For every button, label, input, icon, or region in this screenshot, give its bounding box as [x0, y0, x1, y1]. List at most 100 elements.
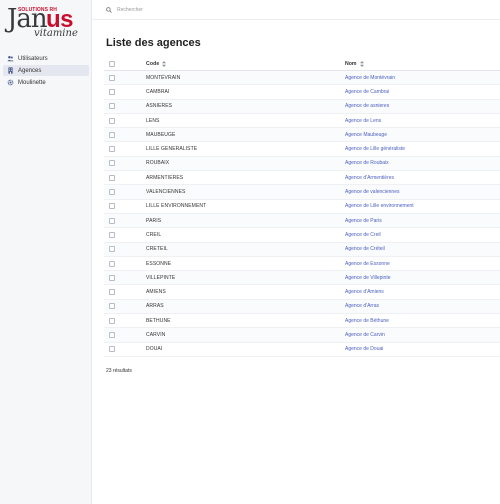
cell-code: MONTÉVRAIN — [146, 74, 181, 81]
logo-vitamine-text: vitamine — [34, 28, 78, 39]
row-checkbox[interactable] — [109, 246, 115, 253]
table-row[interactable]: ARRAS Agence d'Arras — [104, 299, 500, 315]
cell-code: ARRAS — [146, 303, 164, 310]
cell-nom-link[interactable]: Agence de Creil — [345, 232, 500, 238]
agencies-table: Code Nom MONTÉVRAIN Agence de Montévrain C… — [104, 58, 500, 357]
table-row[interactable]: PARIS Agence de Paris — [104, 213, 500, 229]
row-checkbox[interactable] — [109, 131, 115, 138]
cell-code: ARMENTIERES — [146, 174, 184, 181]
sidebar-item-label: Agences — [18, 67, 42, 74]
row-checkbox[interactable] — [109, 274, 115, 281]
cell-nom-link[interactable]: Agence d'Arras — [345, 303, 500, 309]
cell-nom-link[interactable]: Agence d'Armentières — [345, 175, 500, 181]
table-row[interactable]: VILLEPINTE Agence de Villepinte — [104, 271, 500, 286]
cell-code: LILLE ENVIRONNEMENT — [146, 203, 207, 210]
sidebar: Jan SOLUTIONS RH us vitamine Utilisateur… — [0, 0, 92, 504]
row-checkbox[interactable] — [109, 231, 115, 238]
table-row[interactable]: DOUAI Agence de Douai — [104, 343, 500, 357]
sidebar-item-label: Moulinette — [18, 79, 46, 86]
cell-code: CRETEIL — [146, 246, 168, 253]
table-row[interactable]: BETHUNE Agence de Béthune — [104, 314, 500, 329]
gear-icon — [7, 79, 14, 86]
table-row[interactable]: MAUBEUGE Agence Maubeuge — [104, 128, 500, 143]
row-checkbox[interactable] — [109, 260, 115, 267]
sort-icon — [162, 61, 167, 67]
cell-code: AMIENS — [146, 289, 166, 296]
table-row[interactable]: ARMENTIERES Agence d'Armentières — [104, 171, 500, 186]
table-row[interactable]: ASNIERES Agence de asnieres — [104, 99, 500, 114]
row-checkbox[interactable] — [109, 160, 115, 167]
row-checkbox[interactable] — [109, 289, 115, 296]
sidebar-item-agences[interactable]: Agences — [3, 65, 89, 76]
cell-nom-link[interactable]: Agence de Cambrai — [345, 89, 500, 95]
cell-nom-link[interactable]: Agence de Paris — [345, 218, 500, 224]
top-bar — [92, 0, 500, 20]
cell-code: LILLE GENERALISTE — [146, 146, 198, 153]
row-checkbox[interactable] — [109, 346, 115, 353]
cell-code: ESSONNE — [146, 260, 172, 267]
table-row[interactable]: CREIL Agence de Creil — [104, 228, 500, 243]
table-row[interactable]: LENS Agence de Lens — [104, 114, 500, 129]
table-row[interactable]: CARVIN Agence de Carvin — [104, 328, 500, 343]
cell-nom-link[interactable]: Agence d'Amiens — [345, 289, 500, 295]
cell-nom-link[interactable]: Agence de valenciennes — [345, 189, 500, 195]
janus-logo[interactable]: Jan SOLUTIONS RH us vitamine — [4, 4, 90, 40]
building-icon — [7, 67, 14, 74]
table-row[interactable]: MONTÉVRAIN Agence de Montévrain — [104, 71, 500, 86]
table-row[interactable]: LILLE GENERALISTE Agence de Lille général… — [104, 142, 500, 157]
cell-nom-link[interactable]: Agence de Créteil — [345, 246, 500, 252]
cell-nom-link[interactable]: Agence de Douai — [345, 346, 500, 352]
cell-code: PARIS — [146, 217, 162, 224]
cell-nom-link[interactable]: Agence de Montévrain — [345, 75, 500, 81]
column-header-code[interactable]: Code — [146, 61, 345, 67]
table-row[interactable]: ROUBAIX Agence de Roubaix — [104, 156, 500, 172]
cell-nom-link[interactable]: Agence de Béthune — [345, 318, 500, 324]
cell-code: ASNIERES — [146, 103, 173, 110]
table-header: Code Nom — [104, 58, 500, 71]
row-checkbox[interactable] — [109, 146, 115, 153]
cell-nom-link[interactable]: Agence de Carvin — [345, 332, 500, 338]
cell-nom-link[interactable]: Agence de Lille généraliste — [345, 146, 500, 152]
cell-code: LENS — [146, 117, 160, 124]
row-checkbox[interactable] — [109, 189, 115, 196]
row-checkbox[interactable] — [109, 117, 115, 124]
cell-nom-link[interactable]: Agence de Lens — [345, 118, 500, 124]
cell-nom-link[interactable]: Agence de Roubaix — [345, 160, 500, 166]
sidebar-item-label: Utilisateurs — [18, 55, 48, 62]
cell-code: BETHUNE — [146, 317, 171, 324]
sort-icon — [359, 61, 364, 67]
column-header-nom[interactable]: Nom — [345, 61, 500, 67]
search-icon — [106, 6, 112, 13]
row-checkbox[interactable] — [109, 303, 115, 310]
cell-nom-link[interactable]: Agence de Villepinte — [345, 275, 500, 281]
row-checkbox[interactable] — [109, 317, 115, 324]
sidebar-item-utilisateurs[interactable]: Utilisateurs — [3, 53, 89, 64]
row-checkbox[interactable] — [109, 331, 115, 338]
cell-nom-link[interactable]: Agence de Lille environnement — [345, 203, 500, 209]
table-row[interactable]: ESSONNE Agence de Essonne — [104, 257, 500, 272]
results-count: 23 résultats — [106, 368, 132, 374]
select-all-checkbox[interactable] — [109, 61, 115, 67]
table-row[interactable]: LILLE ENVIRONNEMENT Agence de Lille envir… — [104, 200, 500, 214]
cell-code: CARVIN — [146, 331, 166, 338]
table-row[interactable]: AMIENS Agence d'Amiens — [104, 285, 500, 300]
cell-code: ROUBAIX — [146, 160, 170, 167]
row-checkbox[interactable] — [109, 174, 115, 181]
table-row[interactable]: VALENCIENNES Agence de valenciennes — [104, 185, 500, 200]
column-header-code-label: Code — [146, 61, 160, 67]
row-checkbox[interactable] — [109, 217, 115, 224]
search-input[interactable] — [117, 6, 267, 13]
cell-code: VALENCIENNES — [146, 189, 186, 196]
table-row[interactable]: CRETEIL Agence de Créteil — [104, 242, 500, 257]
cell-nom-link[interactable]: Agence de Essonne — [345, 261, 500, 267]
sidebar-item-moulinette[interactable]: Moulinette — [3, 77, 89, 88]
row-checkbox[interactable] — [109, 74, 115, 81]
cell-code: VILLEPINTE — [146, 274, 176, 281]
cell-nom-link[interactable]: Agence de asnieres — [345, 103, 500, 109]
row-checkbox[interactable] — [109, 88, 115, 95]
table-body: MONTÉVRAIN Agence de Montévrain CAMBRAI Age… — [104, 71, 500, 357]
table-row[interactable]: CAMBRAI Agence de Cambrai — [104, 85, 500, 100]
row-checkbox[interactable] — [109, 203, 115, 210]
cell-nom-link[interactable]: Agence Maubeuge — [345, 132, 500, 138]
row-checkbox[interactable] — [109, 103, 115, 110]
